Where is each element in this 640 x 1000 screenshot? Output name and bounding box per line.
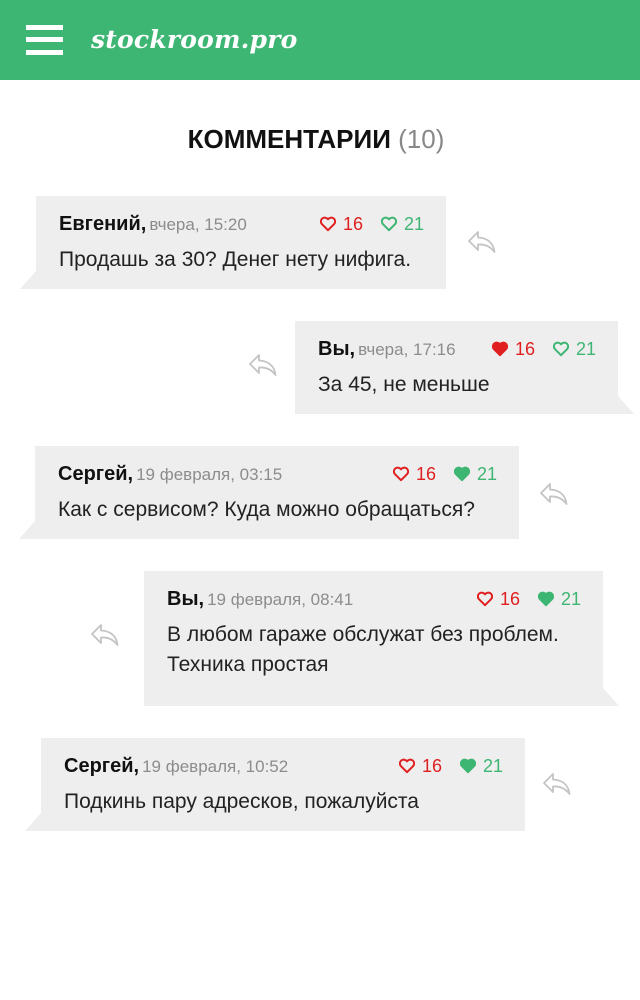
site-logo[interactable]: stockroom.pro <box>91 22 297 58</box>
dislike-count: 16 <box>415 464 436 484</box>
heart-red-icon <box>319 216 337 232</box>
dislike-count: 16 <box>421 756 442 776</box>
heart-green-icon <box>380 216 398 232</box>
rating-counters: 16 21 <box>381 750 503 782</box>
like-button[interactable]: 21 <box>453 458 497 490</box>
dislike-button[interactable]: 16 <box>398 750 442 782</box>
comment-header: Вы, вчера, 17:16 16 21 <box>318 333 596 365</box>
comment-bubble: Евгений, вчера, 15:20 16 21 Продашь за 30? Д… <box>20 196 446 289</box>
comment-text: Подкинь пару адресков, пожалуйста <box>64 790 419 813</box>
dislike-button[interactable]: 16 <box>392 458 436 490</box>
like-button[interactable]: 21 <box>552 333 596 365</box>
heart-green-icon <box>453 466 471 482</box>
comments-title: КОММЕНТАРИИ <box>187 124 391 154</box>
comment-text: Продашь за 30? Денег нету нифига. <box>59 248 412 271</box>
bubble-tail <box>603 688 619 706</box>
comment-author[interactable]: Сергей, <box>64 755 139 777</box>
comment-text: За 45, не меньше <box>318 373 490 396</box>
comment-author[interactable]: Евгений, <box>59 213 146 235</box>
comment-header: Сергей, 19 февраля, 03:15 16 21 <box>58 458 497 490</box>
comment-header: Вы, 19 февраля, 08:41 16 21 <box>167 583 581 615</box>
comment-author[interactable]: Сергей, <box>58 463 133 485</box>
comment-date: 19 февраля, 10:52 <box>142 757 289 776</box>
rating-counters: 16 21 <box>375 458 497 490</box>
comment-header: Сергей, 19 февраля, 10:52 16 21 <box>64 750 503 782</box>
rating-counters: 16 21 <box>474 333 596 365</box>
like-button[interactable]: 21 <box>459 750 503 782</box>
bubble-tail <box>618 396 634 414</box>
top-bar: stockroom.pro <box>0 0 640 80</box>
reply-icon[interactable] <box>247 352 279 378</box>
heart-red-icon <box>398 758 416 774</box>
bubble-tail <box>25 813 41 831</box>
like-button[interactable]: 21 <box>537 583 581 615</box>
comment-author[interactable]: Вы, <box>318 338 355 360</box>
comment-date: 19 февраля, 03:15 <box>136 465 283 484</box>
hamburger-menu-icon[interactable] <box>26 25 63 55</box>
dislike-count: 16 <box>342 214 363 234</box>
like-count: 21 <box>575 339 596 359</box>
reply-icon[interactable] <box>541 771 573 797</box>
bubble-tail <box>20 271 36 289</box>
like-count: 21 <box>560 589 581 609</box>
heart-green-icon <box>552 341 570 357</box>
rating-counters: 16 21 <box>459 583 581 615</box>
like-count: 21 <box>476 464 497 484</box>
reply-icon[interactable] <box>466 229 498 255</box>
comments-heading: КОММЕНТАРИИ (10) <box>0 122 632 156</box>
comment-date: вчера, 15:20 <box>149 215 247 234</box>
dislike-button[interactable]: 16 <box>319 208 363 240</box>
rating-counters: 16 21 <box>302 208 424 240</box>
comment-bubble: Вы, вчера, 17:16 16 21 За 45, не меньше <box>295 321 634 414</box>
comment-bubble: Вы, 19 февраля, 08:41 16 21 В любом гараже о… <box>144 571 619 706</box>
comment-text: Как с сервисом? Куда можно обращаться? <box>58 498 475 521</box>
comment-bubble: Сергей, 19 февраля, 03:15 16 21 Как с сервис… <box>19 446 519 539</box>
heart-red-icon <box>476 591 494 607</box>
reply-icon[interactable] <box>89 622 121 648</box>
like-count: 21 <box>482 756 503 776</box>
comment-date: вчера, 17:16 <box>358 340 456 359</box>
comment-date: 19 февраля, 08:41 <box>207 590 354 609</box>
comment-header: Евгений, вчера, 15:20 16 21 <box>59 208 424 240</box>
heart-green-icon <box>459 758 477 774</box>
heart-green-icon <box>537 591 555 607</box>
comments-count: (10) <box>398 124 445 154</box>
heart-red-icon <box>392 466 410 482</box>
dislike-count: 16 <box>499 589 520 609</box>
dislike-button[interactable]: 16 <box>491 333 535 365</box>
comment-author[interactable]: Вы, <box>167 588 204 610</box>
dislike-button[interactable]: 16 <box>476 583 520 615</box>
heart-red-icon <box>491 341 509 357</box>
reply-icon[interactable] <box>538 481 570 507</box>
comment-bubble: Сергей, 19 февраля, 10:52 16 21 Подкинь пару… <box>25 738 525 831</box>
bubble-tail <box>19 521 35 539</box>
like-button[interactable]: 21 <box>380 208 424 240</box>
like-count: 21 <box>403 214 424 234</box>
comment-text: В любом гараже обслужат без проблем. Тех… <box>167 623 559 676</box>
dislike-count: 16 <box>514 339 535 359</box>
